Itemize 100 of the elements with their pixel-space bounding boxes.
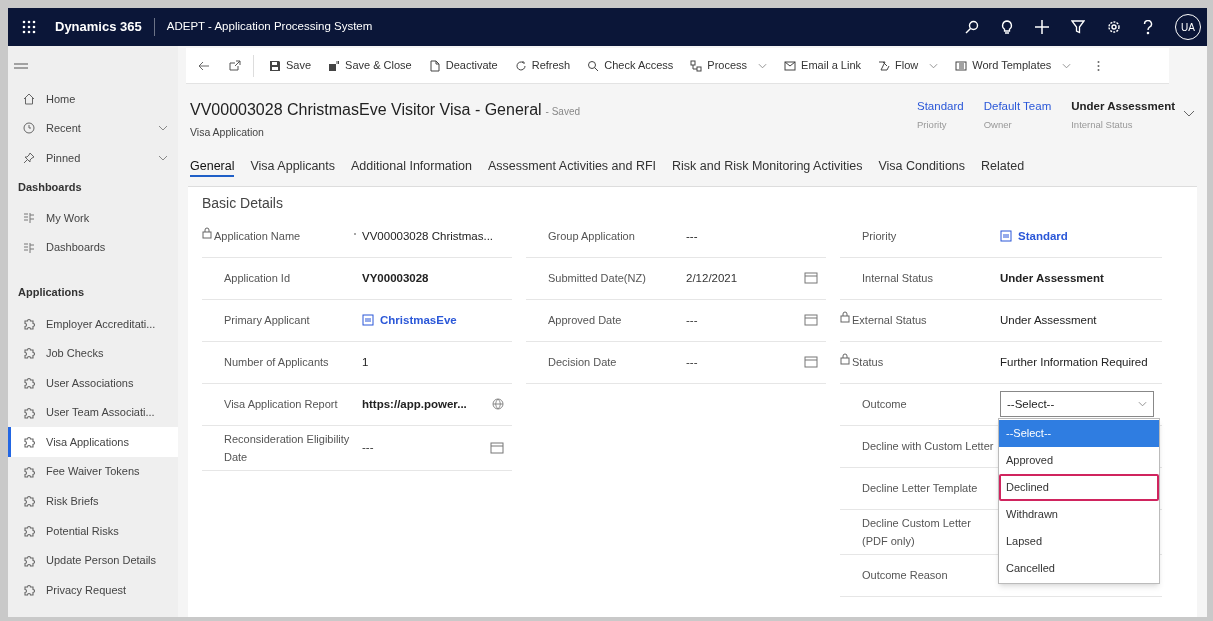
filter-icon[interactable]: [1071, 20, 1085, 34]
field-value: Under Assessment: [1000, 313, 1097, 329]
tab[interactable]: Assessment Activities and RFI: [487, 156, 657, 177]
toolbar-button[interactable]: Flow: [876, 51, 941, 80]
sidebar-item[interactable]: Recent: [8, 113, 178, 144]
field-label: Decline Letter Template: [862, 481, 978, 497]
puzzle-icon: [23, 524, 35, 537]
tab[interactable]: Visa Applicants: [250, 156, 336, 177]
outcome-select[interactable]: --Select--: [1000, 391, 1154, 418]
save-status: - Saved: [545, 105, 581, 119]
app-name[interactable]: Dynamics 365: [55, 17, 142, 37]
calendar-button[interactable]: [804, 272, 818, 285]
plus-icon[interactable]: [1035, 20, 1049, 34]
dropdown-option[interactable]: Lapsed: [999, 527, 1159, 555]
field-label: Decision Date: [548, 355, 617, 371]
field-value: Further Information Required: [1000, 355, 1148, 371]
field-value: 2/12/2021: [686, 270, 738, 286]
popout-icon[interactable]: [229, 60, 241, 71]
pin-icon: [23, 152, 35, 164]
sidebar-item[interactable]: Visa Applications: [8, 427, 178, 457]
puzzle-icon: [23, 584, 35, 597]
calendar-button[interactable]: [804, 356, 818, 369]
calendar-button[interactable]: [490, 441, 504, 454]
record-icon: [362, 314, 374, 327]
field-label: Internal Status: [862, 271, 933, 287]
dropdown-option[interactable]: Withdrawn: [999, 500, 1159, 528]
header-field-link[interactable]: Default Team: [983, 98, 1052, 116]
toolbar-button[interactable]: Process: [688, 51, 770, 80]
field-label: Outcome Reason: [862, 568, 948, 584]
chevron-down-icon: [158, 155, 168, 161]
puzzle-icon: [23, 347, 35, 360]
dropdown-option[interactable]: --Select--: [999, 419, 1159, 447]
header-field-link[interactable]: Standard: [917, 98, 964, 116]
field-label: Decline with Custom Letter: [862, 439, 994, 455]
chevron-down-icon: [1138, 401, 1147, 408]
settings-icon[interactable]: [1107, 20, 1121, 34]
sidebar-item[interactable]: Update Person Details: [8, 545, 178, 576]
toolbar-button[interactable]: Save & Close: [326, 51, 414, 80]
field-value: VV00003028 Christmas...: [362, 229, 494, 245]
lock-icon: [840, 311, 850, 324]
toolbar-button[interactable]: Word Templates: [953, 51, 1074, 80]
toolbar-button[interactable]: Refresh: [512, 51, 573, 80]
calendar-icon: [490, 441, 504, 454]
lock-icon: [202, 227, 212, 240]
toolbar-button[interactable]: Deactivate: [426, 51, 500, 80]
calendar-icon: [804, 356, 818, 369]
toolbar-button[interactable]: Save: [267, 51, 314, 80]
chevron-down-icon: [929, 62, 939, 69]
tab[interactable]: Visa Conditions: [878, 156, 966, 177]
tab[interactable]: General: [190, 156, 235, 177]
section-title: Basic Details: [202, 193, 284, 213]
sidebar-heading: Dashboards: [17, 179, 83, 195]
sidebar-item[interactable]: My Work: [8, 203, 178, 233]
sidebar-item[interactable]: Potential Risks: [8, 516, 178, 546]
field-label: Application Name: [214, 229, 301, 245]
back-arrow-icon[interactable]: [198, 60, 209, 71]
toolbar-button[interactable]: Email a Link: [782, 51, 863, 80]
more-icon: [1097, 59, 1101, 72]
lookup-link[interactable]: Standard: [1018, 227, 1068, 245]
field-label: Submitted Date(NZ): [548, 271, 646, 287]
lookup-link[interactable]: ChristmasEve: [380, 311, 457, 329]
header-field-label: Internal Status: [1071, 118, 1134, 133]
field-value: VY00003028: [362, 270, 429, 286]
tab[interactable]: Related: [981, 156, 1025, 177]
search-icon[interactable]: [965, 20, 979, 34]
app-launcher-icon[interactable]: [22, 20, 36, 34]
entity-name: Visa Application: [190, 125, 265, 140]
sidebar-item[interactable]: Home: [8, 84, 178, 114]
record-title: VV00003028 ChristmasEve Visitor Visa - General: [190, 100, 542, 120]
magnifier-icon: [587, 59, 600, 72]
template-icon: [955, 59, 968, 72]
dropdown-option[interactable]: Declined: [999, 473, 1159, 501]
sidebar-item[interactable]: User Team Associati...: [8, 397, 178, 428]
chevron-down-icon: [158, 125, 168, 132]
toolbar-button[interactable]: Check Access: [585, 51, 676, 80]
puzzle-icon: [23, 465, 35, 478]
puzzle-icon: [23, 317, 35, 330]
chevron-down-icon[interactable]: [1183, 110, 1195, 118]
app-title[interactable]: ADEPT - Application Processing System: [166, 18, 373, 36]
sidebar-item[interactable]: Fee Waiver Tokens: [8, 456, 178, 487]
sidebar-item[interactable]: Risk Briefs: [8, 486, 178, 517]
sidebar-item[interactable]: User Associations: [8, 368, 178, 398]
calendar-icon: [804, 272, 818, 285]
dropdown-option[interactable]: Cancelled: [999, 554, 1159, 582]
dashboard-icon: [23, 212, 35, 225]
clock-icon: [23, 122, 35, 135]
tab[interactable]: Risk and Risk Monitoring Activities: [672, 156, 863, 177]
lightbulb-icon[interactable]: [1001, 19, 1013, 35]
sidebar-item[interactable]: Pinned: [8, 143, 178, 173]
sidebar-item[interactable]: Job Checks: [8, 338, 178, 369]
sidebar-item[interactable]: Privacy Request: [8, 575, 178, 605]
sidebar-item[interactable]: Dashboards: [8, 232, 178, 263]
sidebar-heading: Applications: [17, 285, 85, 301]
calendar-button[interactable]: [804, 314, 818, 327]
tab[interactable]: Additional Information: [351, 156, 472, 177]
dropdown-option[interactable]: Approved: [999, 446, 1159, 474]
sidebar-item[interactable]: Employer Accreditati...: [8, 308, 178, 339]
help-icon[interactable]: [1143, 19, 1153, 35]
field-label: Outcome: [862, 397, 907, 413]
url-link[interactable]: https://app.power...: [362, 395, 467, 413]
